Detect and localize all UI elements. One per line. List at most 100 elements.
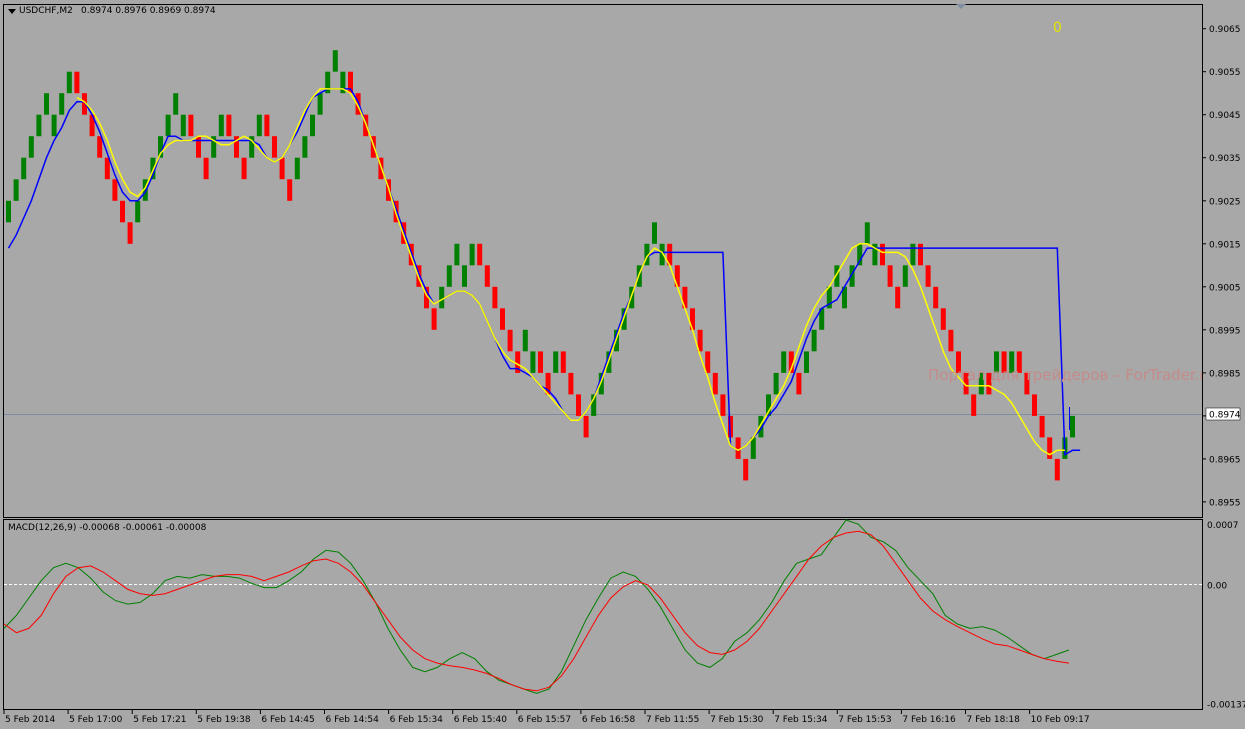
- current-price-label: 0.8974: [1209, 411, 1241, 421]
- renko-brick: [484, 265, 490, 287]
- renko-brick: [317, 93, 323, 115]
- renko-brick: [294, 157, 300, 180]
- renko-brick: [507, 329, 513, 352]
- renko-brick: [104, 157, 110, 180]
- macd-tick-label: 0.00: [1207, 582, 1227, 592]
- macd-tick-label: -0.00137: [1207, 700, 1245, 710]
- time-tick-label: 5 Feb 2014: [5, 715, 56, 725]
- renko-brick: [925, 265, 931, 287]
- renko-brick: [1054, 458, 1060, 481]
- time-tick-label: 6 Feb 15:34: [390, 715, 444, 725]
- renko-brick: [51, 114, 57, 137]
- renko-brick: [902, 265, 908, 287]
- renko-brick: [74, 71, 80, 94]
- price-tick-label: 0.9055: [1209, 68, 1241, 78]
- renko-brick: [454, 243, 460, 266]
- renko-brick: [796, 372, 802, 395]
- price-tick-label: 0.9035: [1209, 154, 1241, 164]
- renko-brick: [188, 114, 194, 137]
- renko-brick: [203, 157, 209, 180]
- renko-brick: [1039, 415, 1045, 438]
- price-tick-label: 0.9025: [1209, 197, 1241, 207]
- renko-brick: [940, 308, 946, 330]
- renko-brick: [241, 157, 247, 180]
- renko-brick: [750, 437, 756, 459]
- renko-brick: [895, 286, 901, 309]
- renko-brick: [6, 200, 11, 223]
- ma-slow-series-line: [76, 88, 1065, 456]
- time-tick-label: 7 Feb 16:16: [902, 715, 956, 725]
- renko-bricks: [6, 50, 1075, 481]
- price-tick-label: 0.9015: [1209, 240, 1241, 250]
- price-tick-label: 0.8955: [1209, 498, 1241, 508]
- time-axis-ticks: 5 Feb 2014 5 Feb 17:00 5 Feb 17:21 5 Feb 19…: [3, 710, 1090, 725]
- renko-brick: [127, 222, 133, 244]
- renko-brick: [439, 286, 445, 309]
- price-tick-label: 0.8985: [1209, 369, 1241, 379]
- chart-window[interactable]: 0.9065 0.9055 0.9045 0.9035 0.9025 0.9015 0.90…: [0, 0, 1245, 729]
- renko-brick: [781, 351, 787, 373]
- renko-brick: [332, 50, 338, 72]
- renko-brick: [112, 179, 118, 201]
- renko-brick: [568, 372, 574, 395]
- macd-series-line: [3, 519, 1070, 694]
- renko-brick: [804, 351, 809, 373]
- time-tick-label: 6 Feb 14:54: [326, 715, 380, 725]
- renko-brick: [538, 351, 543, 373]
- renko-brick: [173, 93, 179, 115]
- time-tick-label: 6 Feb 14:45: [261, 715, 314, 725]
- renko-brick: [933, 286, 939, 309]
- renko-brick: [135, 200, 141, 223]
- renko-brick: [887, 265, 893, 287]
- renko-brick: [948, 329, 954, 352]
- signal-series-line: [3, 530, 1070, 692]
- macd-panel-frame: [3, 519, 1203, 710]
- renko-brick: [773, 372, 779, 395]
- time-tick-label: 7 Feb 11:55: [646, 715, 699, 725]
- chart-svg[interactable]: 0.9065 0.9055 0.9045 0.9035 0.9025 0.9015 0.90…: [0, 0, 1245, 729]
- time-tick-label: 10 Feb 09:17: [1031, 715, 1090, 725]
- ohlc-label: 0.8974 0.8976 0.8969 0.8974: [81, 6, 216, 16]
- price-axis-strip: [1203, 4, 1245, 710]
- time-tick-label: 5 Feb 17:21: [133, 715, 186, 725]
- symbol-label: USDCHF,M2: [19, 6, 73, 16]
- renko-brick: [743, 458, 749, 481]
- price-tick-label: 0.9005: [1209, 283, 1241, 293]
- renko-brick: [576, 394, 581, 416]
- renko-brick: [910, 243, 916, 266]
- renko-brick: [120, 200, 125, 223]
- renko-brick: [59, 93, 65, 115]
- renko-brick: [180, 114, 186, 137]
- shift-marker-icon[interactable]: [956, 4, 966, 9]
- renko-brick: [431, 308, 437, 330]
- renko-brick: [583, 415, 589, 438]
- renko-brick: [44, 93, 49, 115]
- time-tick-label: 7 Feb 15:30: [710, 715, 764, 725]
- renko-brick: [310, 114, 315, 137]
- macd-tick-label: 0.0007: [1207, 521, 1239, 531]
- renko-brick: [302, 136, 308, 158]
- zero-marker: 0: [1053, 20, 1062, 36]
- renko-brick: [720, 394, 726, 416]
- renko-brick: [196, 136, 201, 158]
- time-tick-label: 6 Feb 15:40: [454, 715, 508, 725]
- price-tick-label: 0.9065: [1209, 25, 1241, 35]
- renko-brick: [500, 308, 505, 330]
- renko-brick: [66, 71, 72, 94]
- renko-brick: [560, 351, 566, 373]
- renko-brick: [28, 136, 34, 158]
- renko-brick: [446, 265, 452, 287]
- renko-brick: [712, 372, 718, 395]
- renko-brick: [272, 136, 277, 158]
- time-tick-label: 7 Feb 18:18: [967, 715, 1021, 725]
- renko-brick: [522, 329, 528, 352]
- time-tick-label: 5 Feb 17:00: [69, 715, 123, 725]
- price-tick-label: 0.9045: [1209, 111, 1241, 121]
- renko-brick: [21, 157, 27, 180]
- time-tick-label: 7 Feb 15:34: [774, 715, 828, 725]
- renko-brick: [918, 243, 923, 266]
- renko-brick: [971, 394, 977, 416]
- renko-brick: [1047, 437, 1053, 459]
- menu-triangle-icon[interactable]: [8, 9, 16, 14]
- price-tick-label: 0.8965: [1209, 455, 1241, 465]
